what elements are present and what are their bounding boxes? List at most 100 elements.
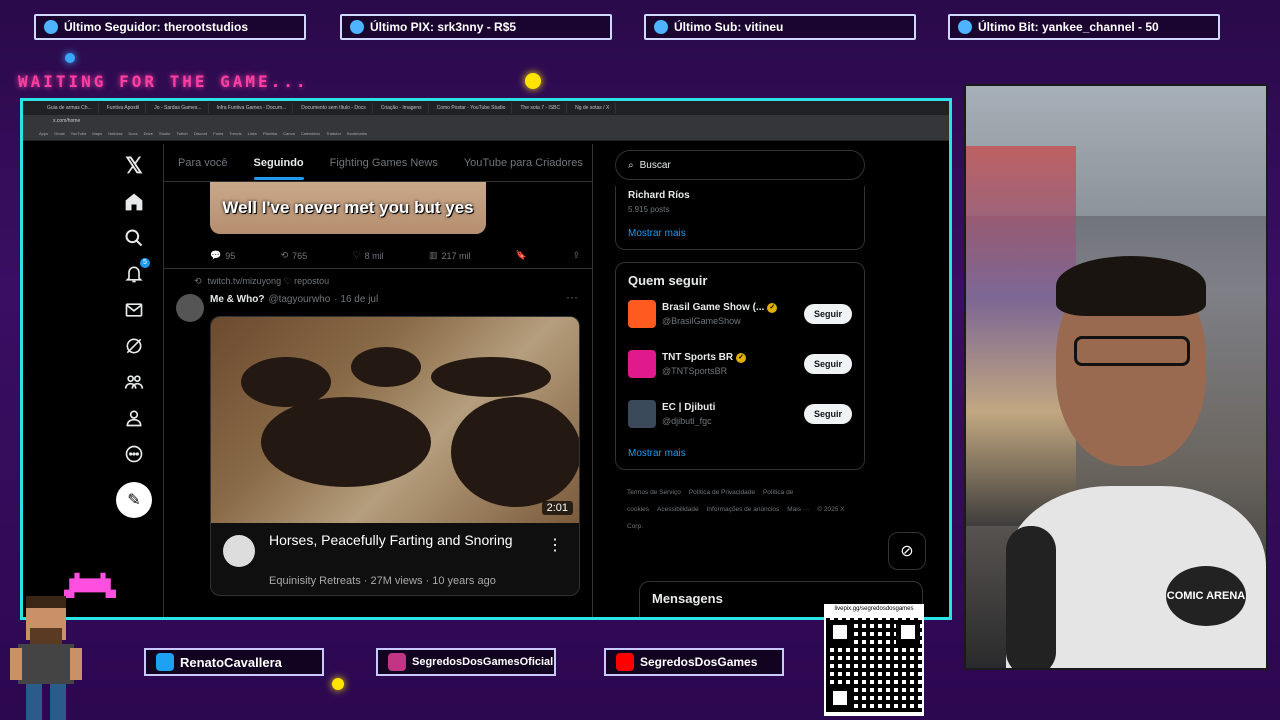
video-title[interactable]: Horses, Peacefully Farting and Snoring: [269, 531, 539, 550]
footer-link[interactable]: Mais ···: [787, 506, 809, 513]
bookmark-item[interactable]: Links: [248, 131, 257, 136]
repost-button[interactable]: ⟲ 765: [281, 250, 308, 261]
post-date[interactable]: · 16 de jul: [334, 294, 378, 305]
bookmark-item[interactable]: Planilha: [263, 131, 277, 136]
trends-show-more-link[interactable]: Mostrar mais: [628, 228, 852, 239]
microphone-icon: [1006, 526, 1056, 668]
bookmark-item[interactable]: Canva: [283, 131, 295, 136]
user-icon: [44, 20, 58, 34]
bookmark-item[interactable]: Drive: [144, 131, 153, 136]
avatar[interactable]: [628, 400, 656, 428]
follow-suggestion[interactable]: Brasil Game Show (... ✓ @BrasilGameShow Seg…: [628, 290, 852, 338]
bookmark-item[interactable]: Notícias: [108, 131, 122, 136]
browser-tab[interactable]: Ng de sotas / X: [569, 103, 617, 113]
post-header: Me & Who? @tagyourwho · 16 de jul: [210, 294, 378, 305]
grok-button[interactable]: ⊘: [888, 532, 926, 570]
compose-post-button[interactable]: ✎: [116, 482, 152, 518]
bookmark-item[interactable]: Calendário: [301, 131, 320, 136]
author-name[interactable]: Me & Who?: [210, 294, 264, 305]
browser-tab[interactable]: The sota 7 - ISBC: [514, 103, 568, 113]
kebab-menu-icon[interactable]: ⋮: [547, 535, 563, 555]
browser-tab[interactable]: Como Postar - YouTube Studio: [431, 103, 513, 113]
bookmark-item[interactable]: Fonts: [213, 131, 223, 136]
bookmark-item[interactable]: YouTube: [71, 131, 87, 136]
stat-last-sub: Último Sub: vitineu: [644, 14, 916, 40]
footer-link[interactable]: Termos de Serviço: [627, 489, 681, 496]
bookmark-item[interactable]: Discord: [194, 131, 208, 136]
tab-youtube-criadores[interactable]: YouTube para Criadores: [464, 157, 583, 169]
grok-icon[interactable]: [122, 334, 146, 358]
bookmark-item[interactable]: Maps: [92, 131, 102, 136]
repost-indicator[interactable]: ⟲ twitch.tv/mizuyong ♡ repostou: [194, 276, 329, 287]
post-more-icon[interactable]: ···: [566, 290, 578, 304]
follow-text: Brasil Game Show (... ✓ @BrasilGameShow: [662, 302, 804, 326]
follow-show-more-link[interactable]: Mostrar mais: [628, 448, 852, 459]
messages-icon[interactable]: [122, 298, 146, 322]
search-input[interactable]: ⌕ Buscar: [615, 150, 865, 180]
follow-suggestion[interactable]: TNT Sports BR ✓ @TNTSportsBR Seguir: [628, 340, 852, 388]
address-bar[interactable]: x.com/home: [23, 115, 949, 127]
follow-button[interactable]: Seguir: [803, 304, 852, 324]
youtube-icon: [616, 653, 634, 671]
bookmark-button[interactable]: 🔖: [516, 250, 527, 261]
tab-seguindo[interactable]: Seguindo: [253, 157, 304, 180]
x-app: 𝕏 5 ✎ Para você Seguindo Fighting Games …: [23, 144, 949, 617]
verified-badge-icon: ✓: [736, 352, 747, 363]
follow-text: EC | Djibuti @djibuti_fgc: [662, 402, 804, 426]
meme-caption: Well I've never met you but yes: [222, 198, 474, 217]
bookmark-item[interactable]: Tradutor: [326, 131, 341, 136]
account-name[interactable]: EC | Djibuti: [662, 402, 804, 413]
bookmark-item[interactable]: Trends: [229, 131, 241, 136]
bookmark-item[interactable]: Bookmarks: [347, 131, 367, 136]
follow-suggestion[interactable]: EC | Djibuti @djibuti_fgc Seguir: [628, 390, 852, 438]
avatar[interactable]: [176, 294, 204, 322]
right-sidebar: ⌕ Buscar Richard Ríos 5.915 posts Mostra…: [615, 144, 865, 535]
x-logo-icon[interactable]: 𝕏: [122, 153, 146, 178]
bookmark-item[interactable]: Apps: [39, 131, 48, 136]
author-handle[interactable]: @tagyourwho: [268, 294, 330, 305]
views-button[interactable]: ▥ 217 mil: [429, 250, 471, 261]
bookmark-item[interactable]: Docs: [129, 131, 138, 136]
account-name[interactable]: Brasil Game Show (... ✓: [662, 302, 804, 313]
share-button[interactable]: ⇪: [572, 250, 580, 261]
bookmark-item[interactable]: Studio: [159, 131, 170, 136]
search-icon[interactable]: [122, 226, 146, 250]
channel-avatar[interactable]: [223, 535, 255, 567]
browser-tab[interactable]: Guia de armas Ch...: [41, 103, 99, 113]
youtube-embed[interactable]: 2:01 Horses, Peacefully Farting and Snor…: [210, 316, 580, 596]
browser-tab[interactable]: Jo - Sardas Games...: [148, 103, 209, 113]
browser-tab[interactable]: Criação - Imagens: [375, 103, 429, 113]
more-icon[interactable]: [122, 442, 146, 466]
star-icon: [654, 20, 668, 34]
stat-last-bit: Último Bit: yankee_channel - 50: [948, 14, 1220, 40]
browser-tab[interactable]: Infra Funtiva Games - Docum...: [211, 103, 294, 113]
communities-icon[interactable]: [122, 370, 146, 394]
home-icon[interactable]: [122, 190, 146, 214]
tab-fighting-games-news[interactable]: Fighting Games News: [330, 157, 438, 169]
left-nav: 𝕏 5 ✎: [111, 144, 157, 518]
browser-tab[interactable]: Funtiva Apostil: [101, 103, 147, 113]
decor-dot: [65, 53, 75, 63]
footer-link[interactable]: Acessibilidade: [657, 506, 699, 513]
trend-name[interactable]: Richard Ríos: [628, 190, 852, 201]
reply-button[interactable]: 💬 95: [210, 250, 235, 261]
bookmark-item[interactable]: Gmail: [54, 131, 64, 136]
stat-last-pix: Último PIX: srk3nny - R$5: [340, 14, 612, 40]
profile-icon[interactable]: [122, 406, 146, 430]
account-name[interactable]: TNT Sports BR ✓: [662, 352, 804, 363]
footer-link[interactable]: Política de Privacidade: [689, 489, 755, 496]
like-button[interactable]: ♡ 8 mil: [353, 250, 384, 261]
browser-tab[interactable]: Documento sem título - Docs: [295, 103, 373, 113]
notifications-icon[interactable]: 5: [122, 258, 150, 286]
avatar[interactable]: [628, 350, 656, 378]
footer-link[interactable]: Informações de anúncios: [707, 506, 780, 513]
avatar[interactable]: [628, 300, 656, 328]
follow-button[interactable]: Seguir: [803, 354, 852, 374]
video-duration: 2:01: [541, 501, 573, 515]
post-image[interactable]: Well I've never met you but yes: [210, 182, 486, 234]
post-divider: [164, 268, 592, 269]
tab-para-voce[interactable]: Para você: [178, 157, 228, 169]
bookmark-item[interactable]: Twitch: [176, 131, 187, 136]
video-thumbnail[interactable]: 2:01: [211, 317, 579, 523]
follow-button[interactable]: Seguir: [803, 404, 852, 424]
